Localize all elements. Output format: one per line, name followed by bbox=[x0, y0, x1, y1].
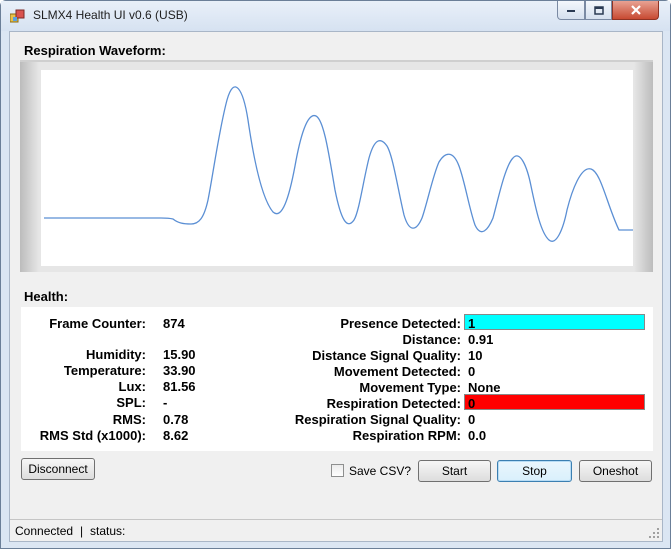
stop-button[interactable]: Stop bbox=[497, 460, 572, 482]
spl-value: - bbox=[163, 395, 168, 410]
main-panel: Respiration Waveform: Health: Frame Coun… bbox=[9, 31, 663, 542]
respiration-detected-indicator bbox=[464, 394, 645, 410]
close-icon bbox=[630, 5, 641, 15]
movement-detected-value: 0 bbox=[468, 364, 476, 379]
lux-label: Lux: bbox=[118, 379, 146, 394]
presence-detected-label: Presence Detected: bbox=[340, 316, 461, 331]
window-title: SLMX4 Health UI v0.6 (USB) bbox=[33, 8, 188, 22]
respiration-waveform-line bbox=[44, 86, 633, 242]
respiration-signal-quality-label: Respiration Signal Quality: bbox=[294, 412, 461, 427]
rms-std-label: RMS Std (x1000): bbox=[39, 428, 146, 443]
frame-counter-value: 874 bbox=[163, 316, 185, 331]
humidity-label: Humidity: bbox=[86, 347, 146, 362]
distance-signal-quality-label: Distance Signal Quality: bbox=[312, 348, 461, 363]
rms-std-value: 8.62 bbox=[163, 428, 189, 443]
close-button[interactable] bbox=[612, 1, 659, 20]
connection-status: Connected bbox=[15, 524, 74, 538]
lux-value: 81.56 bbox=[163, 379, 196, 394]
humidity-value: 15.90 bbox=[163, 347, 196, 362]
start-button[interactable]: Start bbox=[418, 460, 491, 482]
temperature-label: Temperature: bbox=[63, 363, 146, 378]
respiration-detected-value: 0 bbox=[468, 396, 476, 411]
minimize-button[interactable] bbox=[557, 1, 585, 20]
minimize-icon bbox=[567, 10, 575, 12]
temperature-value: 33.90 bbox=[163, 363, 196, 378]
title-bar[interactable]: SLMX4 Health UI v0.6 (USB) bbox=[1, 1, 670, 31]
respiration-rpm-value: 0.0 bbox=[468, 428, 487, 443]
frame-counter-label: Frame Counter: bbox=[49, 316, 146, 331]
status-separator: | bbox=[80, 524, 84, 538]
save-csv-label[interactable]: Save CSV? bbox=[349, 464, 411, 478]
movement-type-label: Movement Type: bbox=[359, 380, 461, 395]
distance-label: Distance: bbox=[402, 332, 461, 347]
health-panel: Frame Counter: 874 Humidity: 15.90 Tempe… bbox=[21, 307, 653, 451]
save-csv-checkbox[interactable] bbox=[331, 464, 344, 477]
app-window: SLMX4 Health UI v0.6 (USB) Respiration W… bbox=[0, 0, 671, 549]
respiration-detected-label: Respiration Detected: bbox=[326, 396, 461, 411]
maximize-icon bbox=[593, 5, 604, 15]
resize-grip-icon[interactable] bbox=[648, 527, 660, 539]
disconnect-button[interactable]: Disconnect bbox=[21, 458, 95, 480]
respiration-rpm-label: Respiration RPM: bbox=[352, 428, 461, 443]
distance-signal-quality-value: 10 bbox=[468, 348, 483, 363]
spl-label: SPL: bbox=[116, 395, 146, 410]
waveform-plot bbox=[41, 70, 633, 266]
oneshot-button[interactable]: Oneshot bbox=[579, 460, 652, 482]
maximize-button[interactable] bbox=[585, 1, 612, 20]
rms-value: 0.78 bbox=[163, 412, 189, 427]
waveform-label: Respiration Waveform: bbox=[24, 43, 166, 58]
presence-detected-value: 1 bbox=[468, 316, 476, 331]
health-label: Health: bbox=[24, 289, 69, 304]
presence-detected-indicator bbox=[464, 314, 645, 330]
waveform-chart bbox=[44, 86, 633, 242]
app-icon bbox=[10, 9, 25, 23]
rms-label: RMS: bbox=[112, 412, 146, 427]
waveform-frame bbox=[20, 60, 653, 272]
status-text: status: bbox=[90, 524, 126, 538]
movement-detected-label: Movement Detected: bbox=[333, 364, 461, 379]
distance-value: 0.91 bbox=[468, 332, 494, 347]
status-bar: Connected | status: bbox=[10, 519, 662, 541]
respiration-signal-quality-value: 0 bbox=[468, 412, 476, 427]
